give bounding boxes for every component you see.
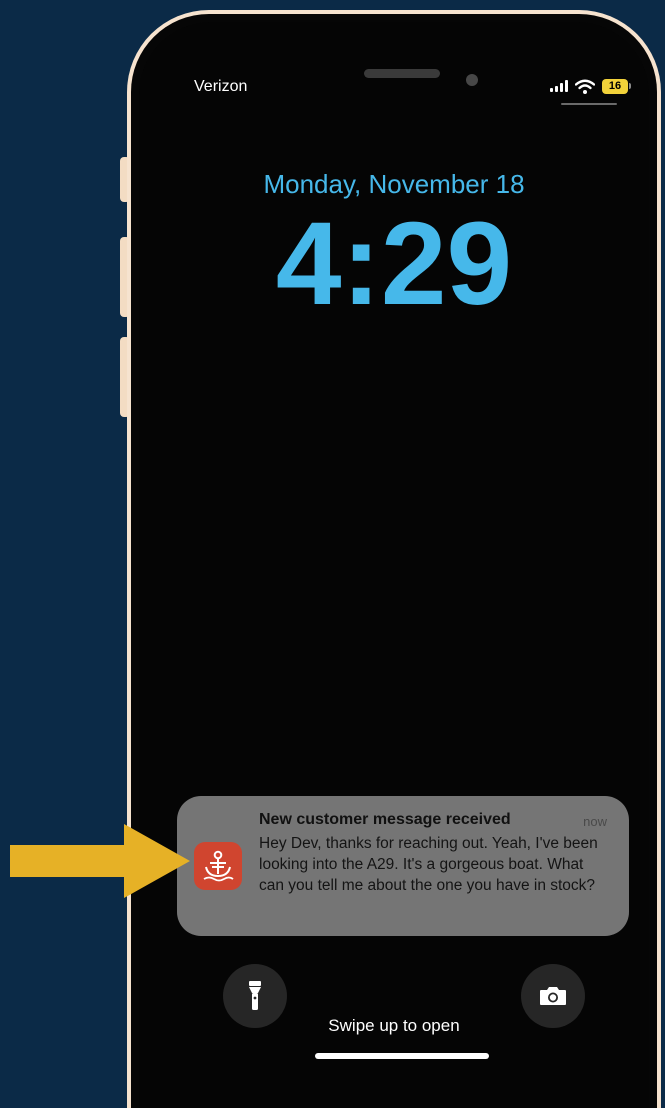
- home-indicator[interactable]: [315, 1053, 489, 1059]
- battery-icon: 16: [602, 78, 631, 94]
- notification-body: Hey Dev, thanks for reaching out. Yeah, …: [259, 835, 598, 894]
- earpiece-speaker: [364, 69, 440, 78]
- phone-frame: Verizon 16 Monday, November 18 4:29 New …: [127, 10, 661, 1108]
- lock-screen[interactable]: Verizon 16 Monday, November 18 4:29 New …: [139, 22, 649, 1108]
- notification-title: New customer message received: [259, 811, 511, 828]
- cellular-signal-icon: [550, 80, 568, 92]
- anchor-app-icon: [194, 842, 242, 890]
- wifi-icon: [575, 79, 595, 94]
- swipe-up-hint: Swipe up to open: [328, 1016, 460, 1035]
- front-camera: [466, 74, 478, 86]
- control-center-indicator[interactable]: [561, 103, 617, 105]
- carrier-label: Verizon: [194, 78, 248, 95]
- notification-card[interactable]: New customer message received now Hey De…: [177, 796, 629, 936]
- arrow-right-icon: [10, 824, 190, 898]
- battery-cap: [629, 83, 631, 89]
- anchor-icon: [203, 850, 234, 882]
- status-icons: 16: [550, 76, 631, 96]
- notification-timestamp: now: [583, 814, 607, 829]
- battery-level: 16: [602, 78, 628, 94]
- lock-screen-date: Monday, November 18: [263, 169, 525, 199]
- flashlight-icon: [249, 981, 261, 1010]
- lock-screen-time: 4:29: [275, 198, 513, 330]
- camera-icon: [540, 987, 566, 1005]
